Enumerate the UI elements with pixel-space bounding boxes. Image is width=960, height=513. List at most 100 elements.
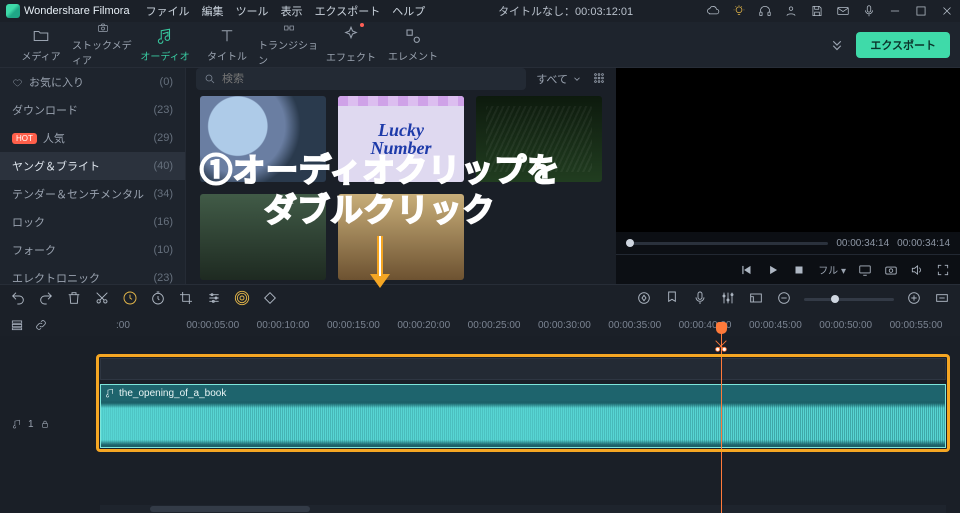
sidebar-item-folk[interactable]: フォーク (10) [0,236,185,264]
asset-thumbnail[interactable] [338,194,464,280]
menu-file[interactable]: ファイル [146,3,190,19]
music-note-icon [156,27,174,45]
snapshot-icon[interactable] [884,263,898,277]
video-track-header[interactable] [0,358,100,382]
asset-thumbnail[interactable]: Lucky Number [338,96,464,182]
sparkle-icon [342,25,360,43]
tab-effects[interactable]: エフェクト [320,22,382,67]
menu-export[interactable]: エクスポート [315,3,381,19]
quality-dropdown[interactable]: フル ▾ [818,262,846,277]
view-grid-toggle[interactable] [592,71,606,88]
tab-stock-media[interactable]: ストックメディア [72,22,134,67]
keyframe-button[interactable] [262,290,278,309]
delete-button[interactable] [66,290,82,309]
preview-scrubber[interactable] [626,242,828,245]
music-note-icon [12,419,22,429]
tab-titles[interactable]: タイトル [196,22,258,67]
scissors-icon[interactable] [713,338,729,354]
label: お気に入り [29,74,84,90]
asset-thumbnail[interactable] [200,194,326,280]
tab-audio[interactable]: オーディオ [134,22,196,67]
marker-view-icon[interactable] [636,290,652,309]
ratio-icon[interactable] [748,290,764,309]
audio-clip[interactable]: the_opening_of_a_book [100,384,946,448]
playhead[interactable] [721,324,722,513]
audio-enhance-button[interactable] [234,290,250,309]
cut-button[interactable] [94,290,110,309]
menu-view[interactable]: 表示 [281,3,303,19]
tab-label: ストックメディア [72,37,134,67]
asset-thumbnail[interactable] [200,96,326,182]
audio-track-header[interactable]: 1 [0,412,100,436]
ruler-tick: 00:00:15:00 [327,320,397,331]
video-track[interactable] [100,358,946,380]
tab-media[interactable]: メディア [10,22,72,67]
menu-edit[interactable]: 編集 [202,3,224,19]
save-icon[interactable] [810,4,824,18]
preview-viewport[interactable] [616,68,960,232]
duration-button[interactable] [150,290,166,309]
filter-dropdown[interactable]: すべて [536,71,582,87]
cloud-icon[interactable] [706,4,720,18]
audio-mixer-icon[interactable] [720,290,736,309]
asset-art-text: Number [370,139,431,157]
volume-icon[interactable] [910,263,924,277]
logo-icon [6,4,20,18]
mic-icon[interactable] [862,4,876,18]
ruler-tick: 00:00:25:00 [468,320,538,331]
undo-button[interactable] [10,290,26,309]
track-manager-icon[interactable] [10,318,24,332]
count: (16) [153,216,173,228]
color-button[interactable] [206,290,222,309]
menu-help[interactable]: ヘルプ [392,3,425,19]
zoom-in-icon[interactable] [906,290,922,309]
display-icon[interactable] [858,263,872,277]
label: ロック [12,214,45,230]
headphones-icon[interactable] [758,4,772,18]
track-area[interactable]: the_opening_of_a_book [100,358,946,448]
prev-frame-icon[interactable] [740,263,754,277]
sidebar-item-favorites[interactable]: お気に入り (0) [0,68,185,96]
asset-thumbnail[interactable] [476,96,602,182]
redo-button[interactable] [38,290,54,309]
timeline-scrollbar[interactable] [100,505,946,513]
tab-transitions[interactable]: トランジション [258,22,320,67]
mail-icon[interactable] [836,4,850,18]
user-icon[interactable] [784,4,798,18]
tab-elements[interactable]: エレメント [382,22,444,67]
idea-icon[interactable] [732,4,746,18]
sidebar-item-young-bright[interactable]: ヤング＆ブライト (40) [0,152,185,180]
zoom-slider[interactable] [804,298,894,301]
stop-icon[interactable] [792,263,806,277]
expand-more-icon[interactable] [828,36,846,54]
minimize-icon[interactable] [888,4,902,18]
asset-art-text: Lucky [378,121,424,139]
fullscreen-icon[interactable] [936,263,950,277]
maximize-icon[interactable] [914,4,928,18]
current-time: 00:00:34:14 [836,238,889,249]
hot-badge: HOT [12,133,37,144]
export-button[interactable]: エクスポート [856,32,950,58]
sidebar-item-downloads[interactable]: ダウンロード (23) [0,96,185,124]
close-icon[interactable] [940,4,954,18]
label: ヤング＆ブライト [12,158,100,174]
search-box[interactable] [196,68,526,90]
transition-icon [280,22,298,34]
link-icon[interactable] [34,318,48,332]
timeline-ruler[interactable]: :00 00:00:05:00 00:00:10:00 00:00:15:00 … [116,320,960,331]
zoom-out-icon[interactable] [776,290,792,309]
lock-icon[interactable] [40,419,50,429]
sidebar-item-tender[interactable]: テンダー＆センチメンタル (34) [0,180,185,208]
crop-button[interactable] [178,290,194,309]
voiceover-icon[interactable] [692,290,708,309]
zoom-fit-icon[interactable] [934,290,950,309]
ruler-tick: 00:00:50:00 [819,320,889,331]
sidebar-item-rock[interactable]: ロック (16) [0,208,185,236]
play-icon[interactable] [766,263,780,277]
sidebar-item-popular[interactable]: HOT人気 (29) [0,124,185,152]
speed-button[interactable] [122,290,138,309]
marker-add-icon[interactable] [664,290,680,309]
menu-tools[interactable]: ツール [236,3,269,19]
timeline-ruler-row: :00 00:00:05:00 00:00:10:00 00:00:15:00 … [0,314,960,336]
search-input[interactable] [222,73,518,85]
